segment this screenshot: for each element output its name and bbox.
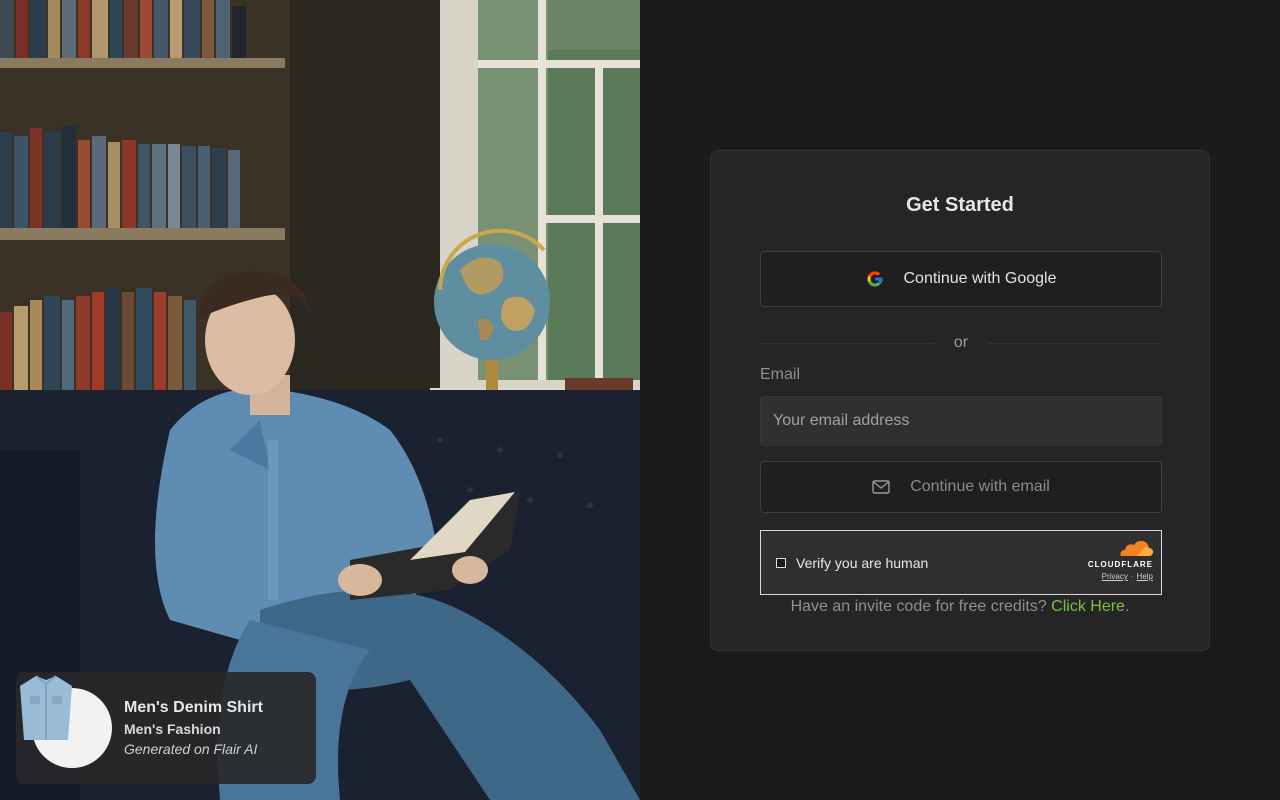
product-name: Men's Denim Shirt [124, 699, 263, 716]
continue-with-email-button[interactable]: Continue with email [760, 461, 1162, 513]
mail-envelope-icon [872, 480, 890, 494]
email-label: Email [760, 366, 801, 383]
invite-code-prompt: Have an invite code for free credits? Cl… [711, 597, 1209, 617]
auth-panel: Get Started Continue with Google or Emai… [640, 0, 1280, 800]
auth-card: Get Started Continue with Google or Emai… [710, 150, 1210, 651]
product-generated-note: Generated on Flair AI [124, 741, 258, 757]
product-thumbnail [20, 675, 112, 768]
google-g-icon [867, 271, 882, 287]
cloudflare-link-separator: · [1130, 572, 1134, 581]
product-card: Men's Denim Shirt Men's Fashion Generate… [16, 672, 316, 784]
invite-text: Have an invite code for free credits? [790, 598, 1052, 615]
divider-text: or [953, 334, 969, 351]
or-divider: or [760, 333, 1163, 353]
cloudflare-privacy-link[interactable]: Privacy [1102, 572, 1128, 581]
email-input[interactable] [760, 396, 1162, 446]
cloudflare-wordmark: CLOUDFLARE [1087, 560, 1153, 569]
captcha-label: Verify you are human [796, 554, 929, 571]
invite-suffix: . [1124, 598, 1130, 615]
sign-in-page: Men's Denim Shirt Men's Fashion Generate… [0, 0, 1280, 800]
cloudflare-brand: CLOUDFLARE Privacy · Help [1073, 541, 1153, 585]
cloudflare-cloud-icon [1120, 541, 1153, 556]
invite-click-here-link[interactable]: Click Here [1051, 598, 1125, 615]
cloudflare-captcha: Verify you are human CLOUDFLARE Privacy … [760, 530, 1162, 595]
email-button-label: Continue with email [910, 478, 1050, 495]
cloudflare-links: Privacy · Help [1102, 572, 1153, 581]
cloudflare-help-link[interactable]: Help [1137, 572, 1153, 581]
divider-line-left [760, 342, 934, 344]
product-category: Men's Fashion [124, 721, 221, 737]
continue-with-google-button[interactable]: Continue with Google [760, 251, 1162, 307]
auth-title: Get Started [906, 194, 1014, 216]
captcha-checkbox[interactable] [776, 557, 786, 568]
denim-shirt-icon [20, 675, 72, 740]
google-button-label: Continue with Google [903, 270, 1057, 287]
divider-line-right [988, 342, 1163, 344]
hero-image: Men's Denim Shirt Men's Fashion Generate… [0, 0, 640, 800]
